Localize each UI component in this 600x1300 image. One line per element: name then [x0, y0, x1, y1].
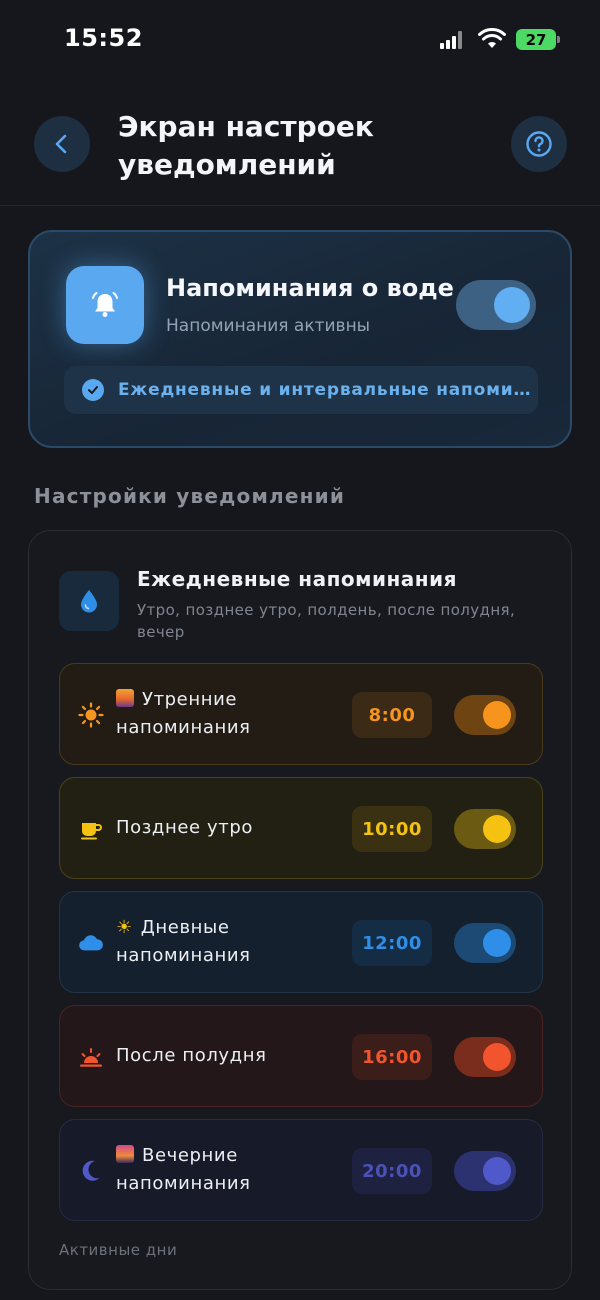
water-drop-icon-box	[59, 571, 119, 631]
daily-reminders-title: Ежедневные напоминания	[137, 567, 457, 591]
coffee-icon	[78, 816, 104, 842]
toggle-knob	[483, 1043, 511, 1071]
battery-icon: 27	[516, 29, 560, 50]
toggle-knob	[483, 701, 511, 729]
water-drop-icon	[81, 590, 97, 613]
toggle-knob	[494, 287, 530, 323]
page-title: Экран настроек уведомлений	[118, 110, 374, 181]
reminder-row-evening[interactable]: Вечерние напоминания 20:00	[59, 1119, 543, 1221]
bell-ringing-icon	[92, 292, 118, 317]
reminder-label: Позднее утро	[116, 817, 253, 838]
reminder-label: ☀ Дневные напоминания	[116, 914, 346, 970]
reminder-time[interactable]: 10:00	[352, 806, 432, 852]
reminder-toggle[interactable]	[454, 1037, 516, 1077]
chevron-left-icon	[55, 134, 67, 154]
cellular-signal-icon	[440, 31, 466, 49]
water-reminder-toggle[interactable]	[456, 280, 536, 330]
bell-icon-box	[66, 266, 144, 344]
moon-icon	[78, 1158, 104, 1184]
reminder-toggle[interactable]	[454, 923, 516, 963]
reminder-toggle[interactable]	[454, 1151, 516, 1191]
reminder-time[interactable]: 16:00	[352, 1034, 432, 1080]
reminder-toggle[interactable]	[454, 695, 516, 735]
reminder-row-morning[interactable]: Утренние напоминания 8:00	[59, 663, 543, 765]
status-time: 15:52	[64, 24, 143, 52]
toggle-knob	[483, 815, 511, 843]
reminder-row-day[interactable]: ☀ Дневные напоминания 12:00	[59, 891, 543, 993]
header: Экран настроек уведомлений	[0, 90, 600, 206]
question-circle-icon	[526, 131, 552, 157]
reminder-mode-pill: Ежедневные и интервальные напомин...	[64, 366, 538, 414]
reminder-label: Вечерние напоминания	[116, 1142, 346, 1198]
status-bar: 15:52 27	[0, 0, 600, 80]
check-circle-icon	[82, 379, 104, 401]
toggle-knob	[483, 929, 511, 957]
sunrise-emoji-icon	[116, 689, 134, 707]
toggle-knob	[483, 1157, 511, 1185]
water-reminder-title: Напоминания о воде	[166, 274, 454, 302]
help-button[interactable]	[511, 116, 567, 172]
section-label: Настройки уведомлений	[34, 484, 346, 508]
reminder-mode-text: Ежедневные и интервальные напомин...	[118, 380, 538, 400]
city-dusk-emoji-icon	[116, 1145, 134, 1163]
reminder-time[interactable]: 12:00	[352, 920, 432, 966]
reminder-row-late-morning[interactable]: Позднее утро 10:00	[59, 777, 543, 879]
sunset-icon	[78, 1044, 104, 1070]
battery-level: 27	[525, 30, 547, 49]
active-days-label: Активные дни	[59, 1241, 178, 1259]
reminder-label-text: Вечерние напоминания	[116, 1145, 251, 1194]
reminder-time[interactable]: 20:00	[352, 1148, 432, 1194]
water-reminder-status: Напоминания активны	[166, 316, 371, 336]
cloud-icon	[78, 930, 104, 956]
notification-settings-panel: Ежедневные напоминания Утро, позднее утр…	[28, 530, 572, 1290]
reminder-time[interactable]: 8:00	[352, 692, 432, 738]
wifi-icon	[478, 28, 506, 48]
reminder-label-text: Утренние напоминания	[116, 689, 251, 738]
reminder-label-text: Дневные напоминания	[116, 917, 251, 966]
sun-icon	[78, 702, 104, 728]
reminder-label: После полудня	[116, 1045, 267, 1066]
reminder-label: Утренние напоминания	[116, 686, 346, 742]
water-reminder-card: Напоминания о воде Напоминания активны Е…	[28, 230, 572, 448]
reminder-toggle[interactable]	[454, 809, 516, 849]
back-button[interactable]	[34, 116, 90, 172]
reminder-row-afternoon[interactable]: После полудня 16:00	[59, 1005, 543, 1107]
daily-reminders-subtitle: Утро, позднее утро, полдень, после полуд…	[137, 601, 516, 641]
sun-emoji-icon: ☀	[116, 917, 133, 938]
